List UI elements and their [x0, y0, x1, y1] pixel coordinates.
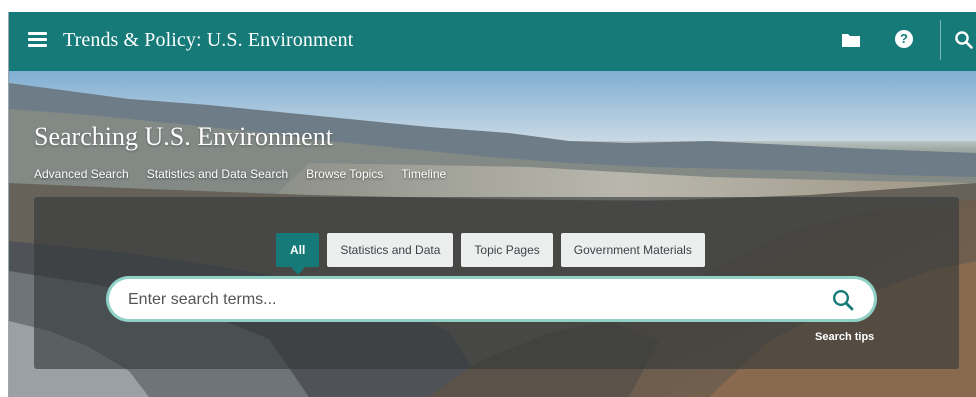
search-panel: All Statistics and Data Topic Pages Gove…	[34, 197, 959, 369]
folder-icon[interactable]	[841, 31, 861, 49]
search-submit-icon[interactable]	[831, 288, 855, 312]
search-mode-links: Advanced Search Statistics and Data Sear…	[34, 167, 446, 181]
filter-topic-pages-button[interactable]: Topic Pages	[461, 233, 553, 267]
search-tips-link[interactable]: Search tips	[815, 331, 874, 343]
app-frame: Trends & Policy: U.S. Environment ? Sear…	[8, 12, 976, 397]
page-heading: Searching U.S. Environment	[34, 122, 333, 151]
timeline-link[interactable]: Timeline	[401, 167, 446, 181]
browse-topics-link[interactable]: Browse Topics	[306, 167, 383, 181]
top-bar: Trends & Policy: U.S. Environment ?	[9, 12, 976, 71]
app-title[interactable]: Trends & Policy: U.S. Environment	[63, 29, 353, 52]
search-icon[interactable]	[954, 30, 974, 50]
filter-all-button[interactable]: All	[276, 233, 320, 275]
menu-icon[interactable]	[28, 32, 47, 47]
help-icon[interactable]: ?	[895, 30, 913, 48]
search-filter-tabs: All Statistics and Data Topic Pages Gove…	[276, 233, 705, 275]
filter-government-materials-button[interactable]: Government Materials	[560, 233, 705, 267]
filter-statistics-data-button[interactable]: Statistics and Data	[327, 233, 454, 267]
hero-banner: Searching U.S. Environment Advanced Sear…	[9, 71, 976, 397]
toolbar-divider	[940, 20, 941, 60]
advanced-search-link[interactable]: Advanced Search	[34, 167, 129, 181]
search-input[interactable]	[126, 279, 820, 321]
search-box	[109, 279, 874, 321]
statistics-data-search-link[interactable]: Statistics and Data Search	[147, 167, 288, 181]
